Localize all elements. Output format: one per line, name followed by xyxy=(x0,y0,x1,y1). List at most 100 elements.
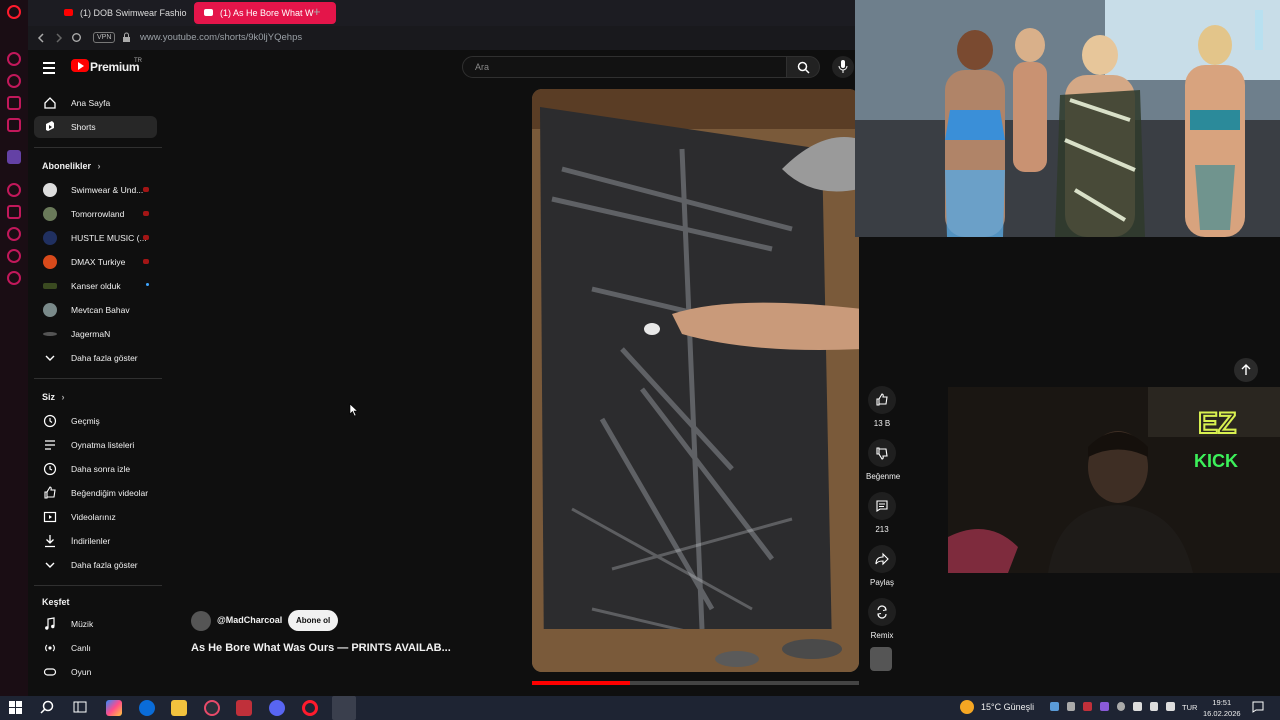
opera-sidebar-icon[interactable] xyxy=(7,249,21,263)
sidebar-item-label: İndirilenler xyxy=(71,536,111,546)
opera-icon[interactable] xyxy=(302,700,318,716)
search-button[interactable] xyxy=(786,56,820,78)
edge-icon[interactable] xyxy=(139,700,155,716)
vpn-badge[interactable]: VPN xyxy=(93,32,116,43)
channel-avatar[interactable] xyxy=(191,611,211,631)
sidebar-item-label: Daha fazla göster xyxy=(71,560,138,570)
weather-text[interactable]: 15°C Güneşli xyxy=(981,702,1034,712)
tray-icon[interactable] xyxy=(1099,702,1109,711)
back-icon[interactable] xyxy=(36,33,46,43)
wifi-icon[interactable] xyxy=(1149,702,1159,711)
sound-thumbnail[interactable] xyxy=(870,647,892,671)
voice-search-button[interactable] xyxy=(832,56,854,78)
subscription-item[interactable]: Kanser olduk xyxy=(34,275,157,297)
forward-icon[interactable] xyxy=(54,33,64,43)
section-title: Siz xyxy=(42,392,56,402)
settings-icon[interactable] xyxy=(7,271,21,285)
sidebar-item-your-videos[interactable]: Videolarınız xyxy=(34,506,157,528)
share-button[interactable]: Paylaş xyxy=(866,545,898,587)
comments-button[interactable]: 213 xyxy=(866,492,898,534)
play-triangle-icon xyxy=(78,62,84,70)
subscription-item[interactable]: Mevtcan Bahav xyxy=(34,299,157,321)
windows-start-icon[interactable] xyxy=(9,701,22,714)
steam-icon[interactable] xyxy=(1050,702,1059,711)
subscriptions-header[interactable]: Abonelikler › xyxy=(42,161,101,171)
opera-sidebar-icon[interactable] xyxy=(7,74,21,88)
opera-sidebar-icon[interactable] xyxy=(7,205,21,219)
sidebar-item-shorts[interactable]: Shorts xyxy=(34,116,157,138)
search-input[interactable]: Ara xyxy=(462,56,787,78)
clock[interactable]: 19:51 16.02.2026 xyxy=(1203,697,1241,719)
hamburger-menu-icon[interactable] xyxy=(43,62,55,77)
url-text[interactable]: www.youtube.com/shorts/9k0ljYQehps xyxy=(140,32,302,43)
opera-sidebar-icon[interactable] xyxy=(7,52,21,66)
file-explorer-icon[interactable] xyxy=(171,700,187,716)
show-more-subscriptions[interactable]: Daha fazla göster xyxy=(34,347,157,369)
volume-icon[interactable] xyxy=(1166,702,1175,711)
video-title[interactable]: As He Bore What Was Ours — PRINTS AVAILA… xyxy=(191,642,451,654)
microphone-icon xyxy=(838,60,848,73)
sidebar-item-label: Daha fazla göster xyxy=(71,353,138,363)
sidebar-item-gaming[interactable]: Oyun xyxy=(34,661,157,683)
network-icon[interactable] xyxy=(1116,702,1126,711)
twitch-icon[interactable] xyxy=(7,150,21,164)
subscription-item[interactable]: Swimwear & Und... xyxy=(34,179,157,201)
sidebar-item-playlists[interactable]: Oynatma listeleri xyxy=(34,434,157,456)
section-title: Abonelikler xyxy=(42,161,92,171)
opera-sidebar-icon[interactable] xyxy=(7,118,21,132)
opera-sidebar-icon[interactable] xyxy=(7,227,21,241)
opera-sidebar-icon[interactable] xyxy=(7,183,21,197)
subscribe-button[interactable]: Abone ol xyxy=(288,610,339,631)
obs-icon[interactable] xyxy=(204,700,220,716)
scroll-up-button[interactable] xyxy=(1234,358,1258,382)
speaker-icon xyxy=(204,9,213,16)
sidebar-item-liked-videos[interactable]: Beğendiğim videolar xyxy=(34,482,157,504)
history-icon xyxy=(43,414,57,428)
language-indicator[interactable]: TUR xyxy=(1182,703,1197,712)
sidebar-item-label: Mevtcan Bahav xyxy=(71,305,130,315)
sidebar-divider xyxy=(34,378,162,379)
tab-dob-swimwear[interactable]: (1) DOB Swimwear Fashio xyxy=(54,2,194,24)
weather-sun-icon xyxy=(960,700,974,714)
dislike-button[interactable]: Beğenme xyxy=(866,439,900,481)
tray-icon[interactable] xyxy=(1066,702,1076,711)
notification-icon[interactable] xyxy=(1252,701,1264,713)
new-tab-button[interactable]: + xyxy=(313,4,321,19)
tab-label: (1) As He Bore What W xyxy=(220,8,314,18)
opera-logo-icon[interactable] xyxy=(7,5,21,19)
share-icon xyxy=(875,552,889,566)
sidebar-item-label: HUSTLE MUSIC (... xyxy=(71,233,147,243)
reload-icon[interactable] xyxy=(71,32,82,43)
voicemeeter-icon[interactable] xyxy=(236,700,252,716)
opera-gx-active-icon[interactable] xyxy=(332,696,356,720)
sidebar-item-home[interactable]: Ana Sayfa xyxy=(34,92,157,114)
sidebar-item-watch-later[interactable]: Daha sonra izle xyxy=(34,458,157,480)
like-count: 13 B xyxy=(873,419,891,428)
subscription-item[interactable]: DMAX Turkiye xyxy=(34,251,157,273)
show-more-you[interactable]: Daha fazla göster xyxy=(34,554,157,576)
sidebar-item-downloads[interactable]: İndirilenler xyxy=(34,530,157,552)
youtube-premium-brand[interactable]: Premium xyxy=(90,60,140,74)
video-progress-track[interactable] xyxy=(532,681,859,685)
remix-button[interactable]: Remix xyxy=(866,598,898,640)
subscription-item[interactable]: JagermaN xyxy=(34,323,157,345)
subscription-item[interactable]: HUSTLE MUSIC (... xyxy=(34,227,157,249)
thumbs-up-icon xyxy=(44,486,56,499)
search-icon[interactable] xyxy=(40,700,54,714)
channel-name[interactable]: @MadCharcoal xyxy=(217,615,282,625)
sidebar-item-history[interactable]: Geçmiş xyxy=(34,410,157,432)
discord-icon[interactable] xyxy=(269,700,285,716)
like-button[interactable]: 13 B xyxy=(866,386,898,428)
task-view-icon[interactable] xyxy=(73,700,87,714)
shorts-video-player[interactable] xyxy=(532,89,859,672)
live-broadcast-icon xyxy=(45,644,55,652)
subscription-item[interactable]: Tomorrowland xyxy=(34,203,157,225)
opera-sidebar-icon[interactable] xyxy=(7,96,21,110)
you-header[interactable]: Siz › xyxy=(42,392,65,402)
sidebar-item-music[interactable]: Müzik xyxy=(34,613,157,635)
sidebar-item-live[interactable]: Canlı xyxy=(34,637,157,659)
tray-icon[interactable] xyxy=(1083,702,1092,711)
copilot-icon[interactable] xyxy=(106,700,122,716)
microphone-icon[interactable] xyxy=(1133,702,1142,711)
sidebar-item-label: Swimwear & Und... xyxy=(71,185,144,195)
